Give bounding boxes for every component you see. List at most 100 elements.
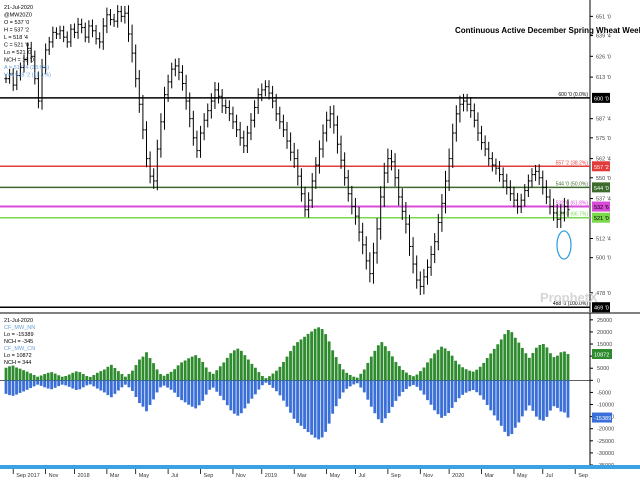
level-value-text: 532 '6 — [594, 205, 609, 211]
commercial-bar — [419, 380, 422, 391]
managed-bar — [520, 347, 524, 381]
commercial-bar — [155, 380, 159, 393]
commercial-bar — [563, 380, 566, 413]
cot-tick-label: 20000 — [597, 330, 612, 336]
cot-info-line: 21-Jul-2020 — [4, 318, 33, 324]
commercial-bar — [183, 380, 187, 403]
time-tick-label: Nov — [49, 473, 59, 479]
price-info-line: L = 518 '4 — [4, 35, 28, 41]
time-scroll-bar[interactable] — [0, 465, 640, 469]
commercial-bar — [352, 380, 356, 385]
managed-bar — [222, 362, 226, 381]
cot-info-line: CF_MW_NN — [4, 325, 35, 331]
cot-value-text: 10872 — [594, 353, 609, 359]
cot-tick-label: -25000 — [597, 439, 614, 445]
price-info-line: 21-Jul-2020 — [4, 5, 33, 11]
managed-bar — [345, 372, 349, 381]
commercial-bar — [22, 380, 25, 392]
managed-bar — [338, 363, 342, 381]
managed-bar — [390, 356, 394, 381]
commercial-bar — [60, 380, 64, 385]
cot-tick-label: -20000 — [597, 427, 614, 433]
managed-bar — [517, 342, 521, 381]
managed-bar — [478, 366, 482, 381]
managed-bar — [236, 348, 240, 381]
price-tick-label: 651 '0 — [596, 14, 611, 20]
wheat-chart: 600 '0 (0.0%) 557 '2 (38.2%) 544 '0 (50.0%… — [0, 0, 640, 480]
managed-bar — [303, 336, 306, 381]
managed-bar — [120, 374, 124, 381]
time-tick-label: Mar — [485, 473, 495, 479]
managed-bar — [496, 344, 500, 381]
cot-value-text: -15389 — [594, 416, 611, 422]
commercial-bar — [99, 380, 103, 391]
commercial-bar — [401, 380, 405, 392]
commercial-bar — [53, 380, 57, 388]
commercial-bar — [499, 380, 503, 426]
managed-bar — [211, 373, 215, 381]
cot-tick-label: 15000 — [597, 342, 612, 348]
managed-bar — [489, 353, 493, 381]
commercial-bar — [556, 380, 559, 408]
managed-bar — [106, 366, 110, 381]
managed-bar — [359, 373, 363, 381]
commercial-bar — [457, 380, 461, 399]
commercial-bar — [88, 380, 92, 385]
managed-bar — [180, 362, 184, 381]
managed-bar — [447, 351, 450, 381]
commercial-bar — [46, 380, 50, 389]
price-tick-label: 478 '0 — [596, 291, 611, 297]
managed-bar — [225, 357, 229, 381]
managed-bar — [145, 352, 148, 381]
managed-bar — [95, 372, 99, 381]
managed-bar — [138, 359, 141, 381]
commercial-bar — [253, 380, 257, 395]
commercial-bar — [85, 380, 89, 386]
commercial-bar — [246, 380, 250, 404]
level-value-text: 600 '0 — [594, 96, 609, 102]
commercial-bar — [510, 380, 514, 435]
commercial-bar — [454, 380, 458, 403]
commercial-bar — [450, 380, 454, 408]
managed-bar — [102, 369, 106, 381]
commercial-bar — [517, 380, 521, 423]
commercial-bar — [489, 380, 493, 411]
level-label-0: 600 '0 (0.0%) — [558, 92, 588, 98]
managed-bar — [183, 360, 187, 381]
commercial-bar — [95, 380, 99, 389]
managed-bar — [109, 364, 113, 381]
managed-bar — [113, 367, 117, 381]
time-tick-label: Jul — [358, 473, 365, 479]
price-tick-label: 587 '4 — [596, 117, 611, 123]
commercial-bar — [208, 380, 212, 390]
managed-bar — [387, 351, 391, 381]
cot-tick-label: -5000 — [597, 390, 611, 396]
commercial-bar — [173, 380, 177, 393]
commercial-bar — [320, 380, 324, 438]
managed-bar — [232, 350, 236, 381]
commercial-bar — [415, 380, 419, 387]
commercial-bar — [534, 380, 538, 417]
time-tick-label: May — [139, 473, 150, 479]
managed-bar — [253, 367, 257, 381]
managed-bar — [229, 353, 233, 381]
managed-bar — [190, 356, 194, 381]
commercial-bar — [131, 380, 134, 391]
managed-bar — [352, 376, 356, 381]
price-info-line: @MW20Z0 — [4, 13, 32, 19]
commercial-bar — [78, 380, 82, 390]
commercial-bar — [397, 380, 401, 397]
managed-bar — [450, 355, 454, 381]
commercial-bar — [243, 380, 247, 409]
managed-bar — [92, 375, 96, 381]
commercial-bar — [513, 380, 517, 428]
price-tick-label: 500 '0 — [596, 256, 611, 262]
managed-bar — [468, 370, 472, 381]
commercial-bar — [282, 380, 285, 401]
commercial-bar — [162, 380, 166, 386]
commercial-bar — [422, 380, 426, 395]
managed-bar — [317, 327, 321, 381]
commercial-bar — [50, 380, 54, 390]
managed-bar — [408, 375, 412, 381]
managed-bar — [282, 361, 285, 381]
